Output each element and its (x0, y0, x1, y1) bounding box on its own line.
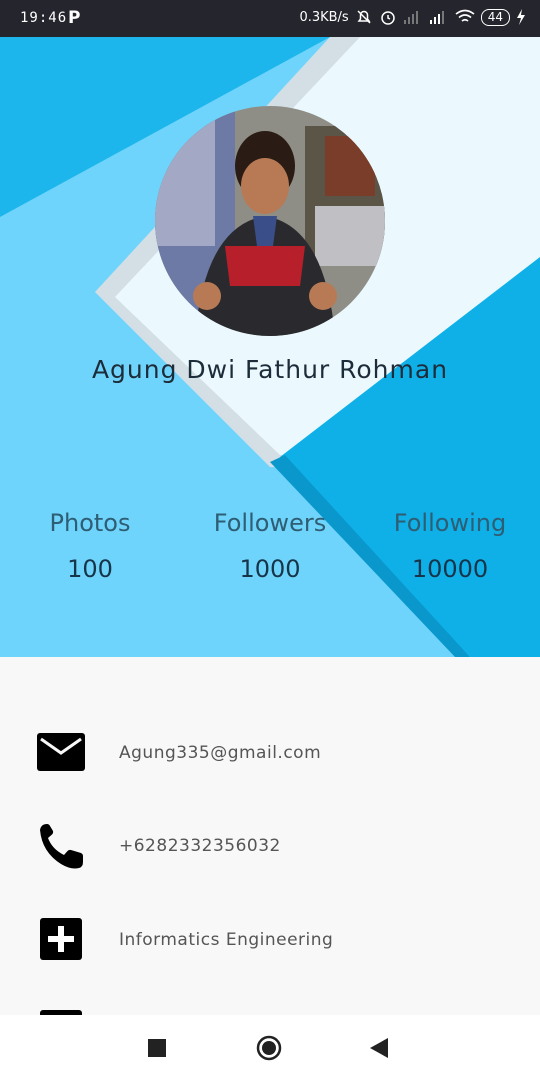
battery-indicator: 44 (480, 8, 510, 26)
contact-phone: +6282332356032 (119, 836, 281, 856)
stat-label: Followers (213, 509, 327, 537)
contact-email: Agung335@gmail.com (119, 743, 322, 763)
mute-bell-icon (357, 10, 371, 24)
recents-icon[interactable] (148, 1039, 166, 1057)
stat-value: 10000 (411, 555, 489, 583)
stat-label: Following (393, 509, 507, 537)
stat-following: Following 10000 (360, 509, 540, 583)
wifi-icon (455, 9, 475, 22)
charging-icon (517, 9, 525, 25)
signal-icon (429, 11, 444, 24)
stat-followers: Followers 1000 (180, 509, 360, 583)
contact-item-phone[interactable]: +6282332356032 (0, 822, 540, 882)
contact-department: Informatics Engineering (119, 930, 334, 950)
contact-list[interactable]: Agung335@gmail.com +6282332356032 Inform… (0, 657, 540, 1017)
system-nav-bar (0, 1015, 540, 1080)
email-icon (37, 733, 85, 771)
profile-avatar (155, 106, 385, 336)
profile-header: Agung Dwi Fathur Rohman Photos 100 Follo… (0, 37, 540, 657)
status-right: 0.3KB/s 44 (299, 8, 526, 26)
plus-box-icon (40, 918, 82, 960)
contact-item-department[interactable]: Informatics Engineering (0, 915, 540, 975)
app-indicator-icon: P (68, 8, 81, 28)
back-icon[interactable] (370, 1038, 388, 1058)
status-time: 19:46 (20, 10, 68, 26)
stat-value: 1000 (239, 555, 301, 583)
status-bar: 19:46 P 0.3KB/s 44 (0, 0, 540, 37)
alarm-icon (380, 11, 395, 25)
signal-icon (403, 11, 418, 24)
profile-name: Agung Dwi Fathur Rohman (91, 355, 449, 384)
home-icon[interactable] (256, 1035, 282, 1061)
contact-item-email[interactable]: Agung335@gmail.com (0, 729, 540, 789)
phone-icon (40, 824, 83, 869)
net-speed: 0.3KB/s (299, 9, 349, 25)
stat-label: Photos (49, 509, 131, 537)
stat-photos: Photos 100 (0, 509, 180, 583)
stat-value: 100 (67, 555, 113, 583)
